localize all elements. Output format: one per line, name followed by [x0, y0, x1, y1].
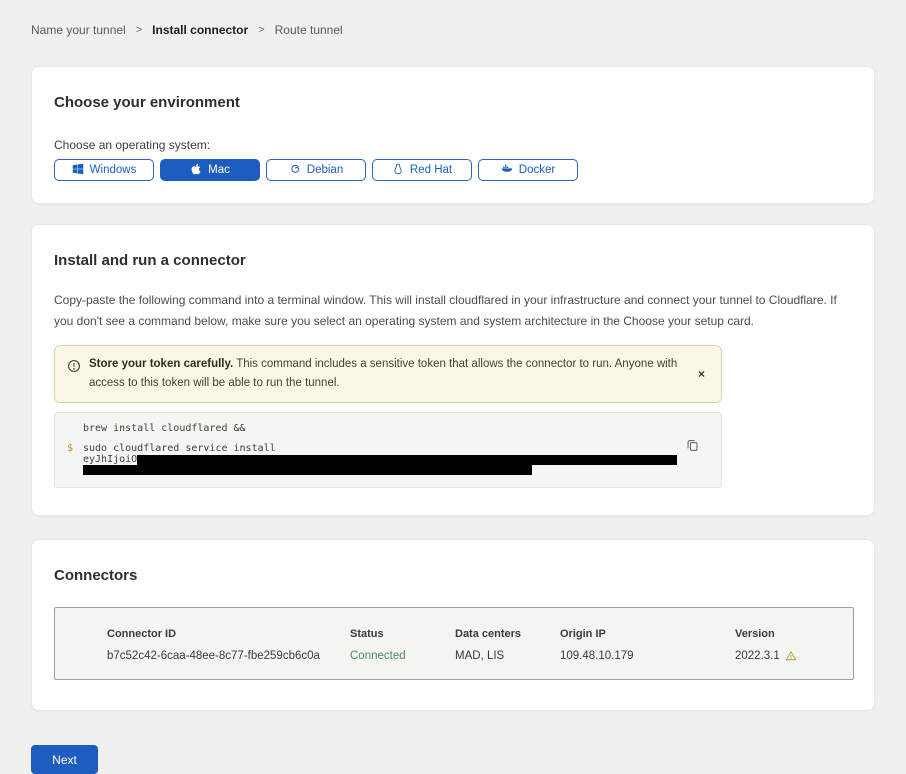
windows-icon: [72, 163, 84, 178]
breadcrumb-step-route-tunnel[interactable]: Route tunnel: [275, 23, 343, 37]
redacted-token-bar: [137, 455, 677, 465]
os-button-debian[interactable]: Debian: [266, 159, 366, 181]
connectors-table-header: Connector ID Status Data centers Origin …: [107, 628, 843, 640]
os-select-label: Choose an operating system:: [54, 138, 852, 152]
redhat-icon: [392, 163, 404, 178]
os-button-windows[interactable]: Windows: [54, 159, 154, 181]
breadcrumb-step-name-your-tunnel[interactable]: Name your tunnel: [31, 23, 126, 37]
os-button-label: Debian: [307, 164, 343, 176]
code-text: brew install cloudflared &&: [83, 424, 252, 435]
token-prefix: eyJhIjoiO: [83, 454, 137, 465]
code-line-install: $ sudo cloudflared service install: [67, 444, 681, 455]
connector-status-value: Connected: [350, 650, 455, 662]
code-gutter: [67, 424, 83, 435]
connector-id-value: b7c52c42-6caa-48ee-8c77-fbe259cb6c0a: [107, 650, 350, 662]
banner-close-button[interactable]: ×: [692, 365, 711, 383]
os-button-redhat[interactable]: Red Hat: [372, 159, 472, 181]
apple-icon: [190, 163, 202, 178]
info-circle-icon: [67, 359, 81, 378]
token-warning-text: Store your token carefully. This command…: [89, 355, 684, 393]
os-button-mac[interactable]: Mac: [160, 159, 260, 181]
install-command-codeblock: brew install cloudflared && $ sudo cloud…: [54, 412, 722, 489]
os-button-label: Windows: [90, 164, 137, 176]
os-button-label: Docker: [519, 164, 555, 176]
os-button-docker[interactable]: Docker: [478, 159, 578, 181]
connector-data-centers-value: MAD, LIS: [455, 650, 560, 662]
connector-origin-ip-value: 109.48.10.179: [560, 650, 735, 662]
connector-row: b7c52c42-6caa-48ee-8c77-fbe259cb6c0a Con…: [107, 650, 843, 662]
code-gutter: [67, 465, 83, 475]
column-header-status: Status: [350, 628, 455, 640]
copy-command-button[interactable]: [685, 439, 699, 453]
connector-version-cell: 2022.3.1: [735, 650, 843, 662]
install-connector-card: Install and run a connector Copy-paste t…: [31, 224, 875, 516]
column-header-connector-id: Connector ID: [107, 628, 350, 640]
column-header-origin-ip: Origin IP: [560, 628, 735, 640]
breadcrumb: Name your tunnel > Install connector > R…: [31, 0, 875, 37]
shell-prompt: $: [67, 444, 83, 455]
environment-card-title: Choose your environment: [54, 94, 852, 111]
connectors-card-title: Connectors: [54, 567, 852, 584]
os-button-label: Mac: [208, 164, 230, 176]
docker-icon: [501, 163, 513, 178]
connectors-table: Connector ID Status Data centers Origin …: [54, 607, 854, 680]
column-header-version: Version: [735, 628, 843, 640]
code-line-token-continued: [67, 465, 681, 475]
next-button[interactable]: Next: [31, 745, 98, 774]
copy-icon: [686, 439, 699, 452]
warning-triangle-icon: [785, 650, 797, 662]
choose-environment-card: Choose your environment Choose an operat…: [31, 66, 875, 204]
breadcrumb-separator: >: [258, 24, 264, 36]
code-text: eyJhIjoiO: [83, 455, 677, 466]
os-button-group: Windows Mac Debian Red Hat: [54, 159, 852, 181]
breadcrumb-step-install-connector: Install connector: [152, 23, 248, 37]
token-warning-title: Store your token carefully.: [89, 358, 233, 370]
code-gutter: [67, 455, 83, 466]
code-line-token: eyJhIjoiO: [67, 455, 681, 466]
code-line-brew: brew install cloudflared &&: [67, 424, 681, 435]
column-header-data-centers: Data centers: [455, 628, 560, 640]
token-warning-banner: Store your token carefully. This command…: [54, 345, 722, 403]
install-description: Copy-paste the following command into a …: [54, 290, 852, 332]
tunnel-setup-page: Name your tunnel > Install connector > R…: [0, 0, 906, 774]
os-button-label: Red Hat: [410, 164, 452, 176]
breadcrumb-separator: >: [136, 24, 142, 36]
debian-icon: [289, 163, 301, 178]
install-card-title: Install and run a connector: [54, 252, 852, 269]
connector-version-value: 2022.3.1: [735, 650, 780, 662]
connectors-card: Connectors Connector ID Status Data cent…: [31, 539, 875, 711]
redacted-token-bar: [83, 465, 532, 475]
